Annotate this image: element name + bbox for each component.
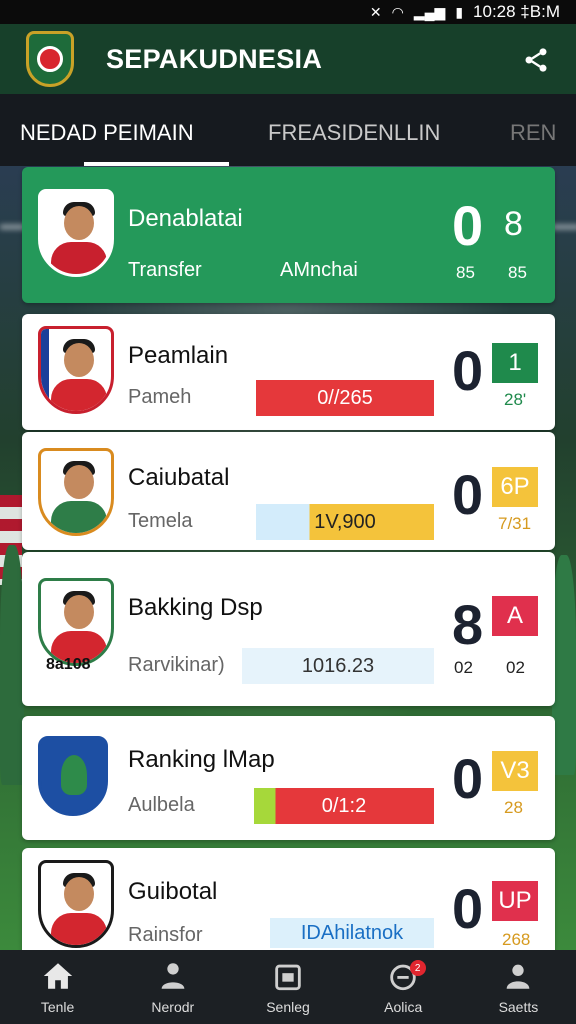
card-below-badge: 28' <box>504 390 527 409</box>
nav-item-home[interactable]: Tenle <box>0 950 115 1024</box>
card-badge: 1 <box>492 343 538 383</box>
card-sub: Rainsfor <box>128 924 203 946</box>
player-avatar <box>38 578 114 666</box>
tab-bar: NEDAD PEIMAIN FREASIDENLLIN REN <box>0 94 576 166</box>
stat-bar: 1016.23 <box>242 648 434 684</box>
avatar-caption: 8a108 <box>46 656 91 673</box>
featured-score-a: 0 <box>452 194 484 257</box>
people-icon <box>161 963 185 989</box>
player-card[interactable]: Peamlain Pameh 0//265 0 1 28' <box>22 314 555 430</box>
card-sub: Rarvikinar) <box>128 654 225 676</box>
card-name: Ranking lMap <box>128 746 275 773</box>
nav-label: Aolica <box>384 999 423 1015</box>
card-badge: V3 <box>492 751 538 791</box>
card-score: 0 <box>452 877 484 940</box>
featured-score-b: 8 <box>504 205 523 243</box>
card-badge: UP <box>492 881 538 921</box>
profile-icon <box>507 964 530 989</box>
app-title: SEPAKUDNESIA <box>106 43 323 74</box>
team-crest-icon <box>38 736 108 816</box>
mute-icon: ✕ <box>369 3 382 20</box>
nav-label: Tenle <box>40 999 75 1015</box>
card-score: 0 <box>452 463 484 526</box>
background-player <box>552 555 576 775</box>
notification-badge: 2 <box>409 960 426 976</box>
tab-freasidenllin[interactable]: FREASIDENLLIN <box>268 120 440 146</box>
stat-bar: 0//265 <box>256 380 434 416</box>
card-sub: Aulbela <box>128 794 195 816</box>
featured-num-a: 85 <box>456 263 475 282</box>
card-score: 0 <box>452 747 484 810</box>
featured-sub-left: Transfer <box>128 259 202 281</box>
nav-label: Senleg <box>266 999 310 1015</box>
stat-bar: 1V,900 <box>256 504 434 540</box>
card-badge: 6P <box>492 467 538 507</box>
tab-active-indicator <box>84 162 229 166</box>
nav-item-calendar[interactable]: Senleg <box>230 950 345 1024</box>
card-name: Caiubatal <box>128 464 230 491</box>
status-bar: ✕ ◠ ▂▄▆ ▮ 10:28 ‡B:M <box>0 0 576 24</box>
card-badge: A <box>492 596 538 636</box>
share-icon[interactable] <box>522 46 550 74</box>
wifi-icon: ◠ <box>391 3 404 20</box>
featured-card[interactable]: Denablatai Transfer AMnchai 0 8 85 85 <box>22 167 555 303</box>
player-avatar <box>38 860 114 948</box>
card-score: 0 <box>452 339 484 402</box>
nav-item-people[interactable]: Nerodr <box>115 950 230 1024</box>
featured-sub-right: AMnchai <box>280 259 358 281</box>
player-card[interactable]: Guibotal Rainsfor IDAhilatnok 0 UP 268 <box>22 848 555 950</box>
card-num-b: 02 <box>506 658 525 677</box>
nav-item-ball[interactable]: 2 Aolica <box>346 950 461 1024</box>
card-name: Bakking Dsp <box>128 594 263 621</box>
battery-icon: ▮ <box>455 3 464 20</box>
card-sub: Pameh <box>128 386 192 408</box>
player-avatar <box>38 326 114 414</box>
card-name: Guibotal <box>128 878 218 905</box>
player-avatar <box>38 189 114 277</box>
player-card[interactable]: Ranking lMap Aulbela 0/1:2 0 V3 28 <box>22 716 555 840</box>
card-below-badge: 28 <box>504 798 523 817</box>
card-score: 8 <box>452 593 484 656</box>
nav-label: Nerodr <box>151 999 195 1015</box>
stat-bar: IDAhilatnok <box>270 918 434 948</box>
player-card[interactable]: 8a108 Bakking Dsp Rarvikinar) 1016.23 8 … <box>22 552 555 706</box>
background-player <box>0 545 24 785</box>
player-avatar <box>38 448 114 536</box>
tab-ren[interactable]: REN <box>510 120 556 146</box>
stat-bar: 0/1:2 <box>254 788 434 824</box>
app-bar: SEPAKUDNESIA <box>0 24 576 94</box>
calendar-icon <box>275 964 301 991</box>
bottom-nav: Tenle Nerodr Senleg 2 Aolica Saetts <box>0 950 576 1024</box>
app-logo <box>26 31 74 87</box>
featured-num-b: 85 <box>508 263 527 282</box>
card-sub: Temela <box>128 510 193 532</box>
card-name: Peamlain <box>128 342 229 369</box>
tab-nedad-peimain[interactable]: NEDAD PEIMAIN <box>20 120 194 146</box>
status-time: 10:28 ‡B:M <box>473 2 560 21</box>
featured-name: Denablatai <box>128 205 243 232</box>
home-icon <box>43 963 72 989</box>
player-card[interactable]: Caiubatal Temela 1V,900 0 6P 7/31 <box>22 432 555 550</box>
nav-label: Saetts <box>498 999 539 1015</box>
card-below-badge: 7/31 <box>498 514 532 533</box>
signal-icon: ▂▄▆ <box>413 3 446 20</box>
card-below-badge: 268 <box>502 930 531 949</box>
card-num-a: 02 <box>454 658 473 677</box>
nav-item-profile[interactable]: Saetts <box>461 950 576 1024</box>
